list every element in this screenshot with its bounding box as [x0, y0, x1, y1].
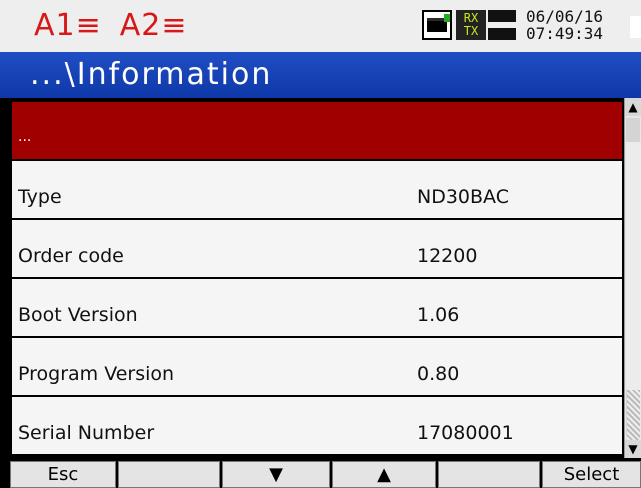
date-time-display: 06/06/16 07:49:34 — [526, 8, 603, 42]
status-corner-box — [630, 16, 641, 38]
scroll-up-arrow-icon[interactable]: ▲ — [625, 98, 641, 116]
display-flag-icon — [422, 10, 452, 40]
list-row-type[interactable]: Type ND30BAC — [10, 161, 622, 218]
row-value: 0.80 — [417, 363, 460, 385]
rx-tx-indicator-icon: RX TX — [456, 10, 486, 40]
rx-bar — [488, 10, 516, 22]
select-softkey[interactable]: Select — [542, 461, 641, 488]
date-text: 06/06/16 — [526, 7, 604, 26]
tx-label: TX — [463, 24, 479, 38]
row-label: Order code — [18, 245, 124, 267]
list-scrollbar[interactable]: ▲ ▼ — [624, 98, 641, 458]
esc-softkey[interactable]: Esc — [10, 461, 116, 488]
row-label: Type — [18, 186, 62, 208]
row-value: 1.06 — [417, 304, 460, 326]
row-label: Boot Version — [18, 304, 138, 326]
scroll-thumb[interactable] — [627, 390, 640, 442]
page-title: ...\Information — [0, 52, 641, 98]
alarm-2-indicator: A2≡ — [119, 8, 188, 43]
scroll-down-softkey[interactable]: ▼ — [222, 461, 330, 488]
row-value: ND30BAC — [417, 186, 509, 208]
row-label: Program Version — [18, 363, 175, 385]
list-row-boot-version[interactable]: Boot Version 1.06 — [10, 279, 622, 336]
scroll-track[interactable] — [626, 118, 641, 442]
scroll-track-upper — [626, 142, 641, 390]
row-label: Serial Number — [18, 422, 155, 444]
row-value: 12200 — [417, 245, 478, 267]
alarm-indicators: A1≡ A2≡ — [34, 6, 188, 46]
list-row-program-version[interactable]: Program Version 0.80 — [10, 338, 622, 395]
list-header-label: ... — [18, 129, 32, 145]
list-row-serial-number[interactable]: Serial Number 17080001 — [10, 397, 622, 454]
info-list: ... Type ND30BAC Order code 12200 Boot V… — [0, 98, 641, 458]
alarm-1-indicator: A1≡ — [34, 8, 102, 43]
tx-bar — [488, 28, 516, 40]
scroll-up-softkey[interactable]: ▲ — [332, 461, 436, 488]
status-bar: A1≡ A2≡ RX TX 06/06/16 07:49:34 — [0, 0, 641, 52]
softkey-5[interactable] — [438, 461, 540, 488]
softkey-bar: Esc ▼ ▲ Select — [0, 458, 641, 488]
list-header-row[interactable]: ... — [10, 102, 622, 159]
scroll-down-arrow-icon[interactable]: ▼ — [625, 440, 641, 458]
list-row-order-code[interactable]: Order code 12200 — [10, 220, 622, 277]
softkey-2[interactable] — [118, 461, 220, 488]
time-text: 07:49:34 — [526, 24, 604, 43]
rx-tx-bars-icon — [488, 10, 516, 40]
row-value: 17080001 — [417, 422, 514, 444]
display-flag-icon-dot — [444, 14, 450, 22]
